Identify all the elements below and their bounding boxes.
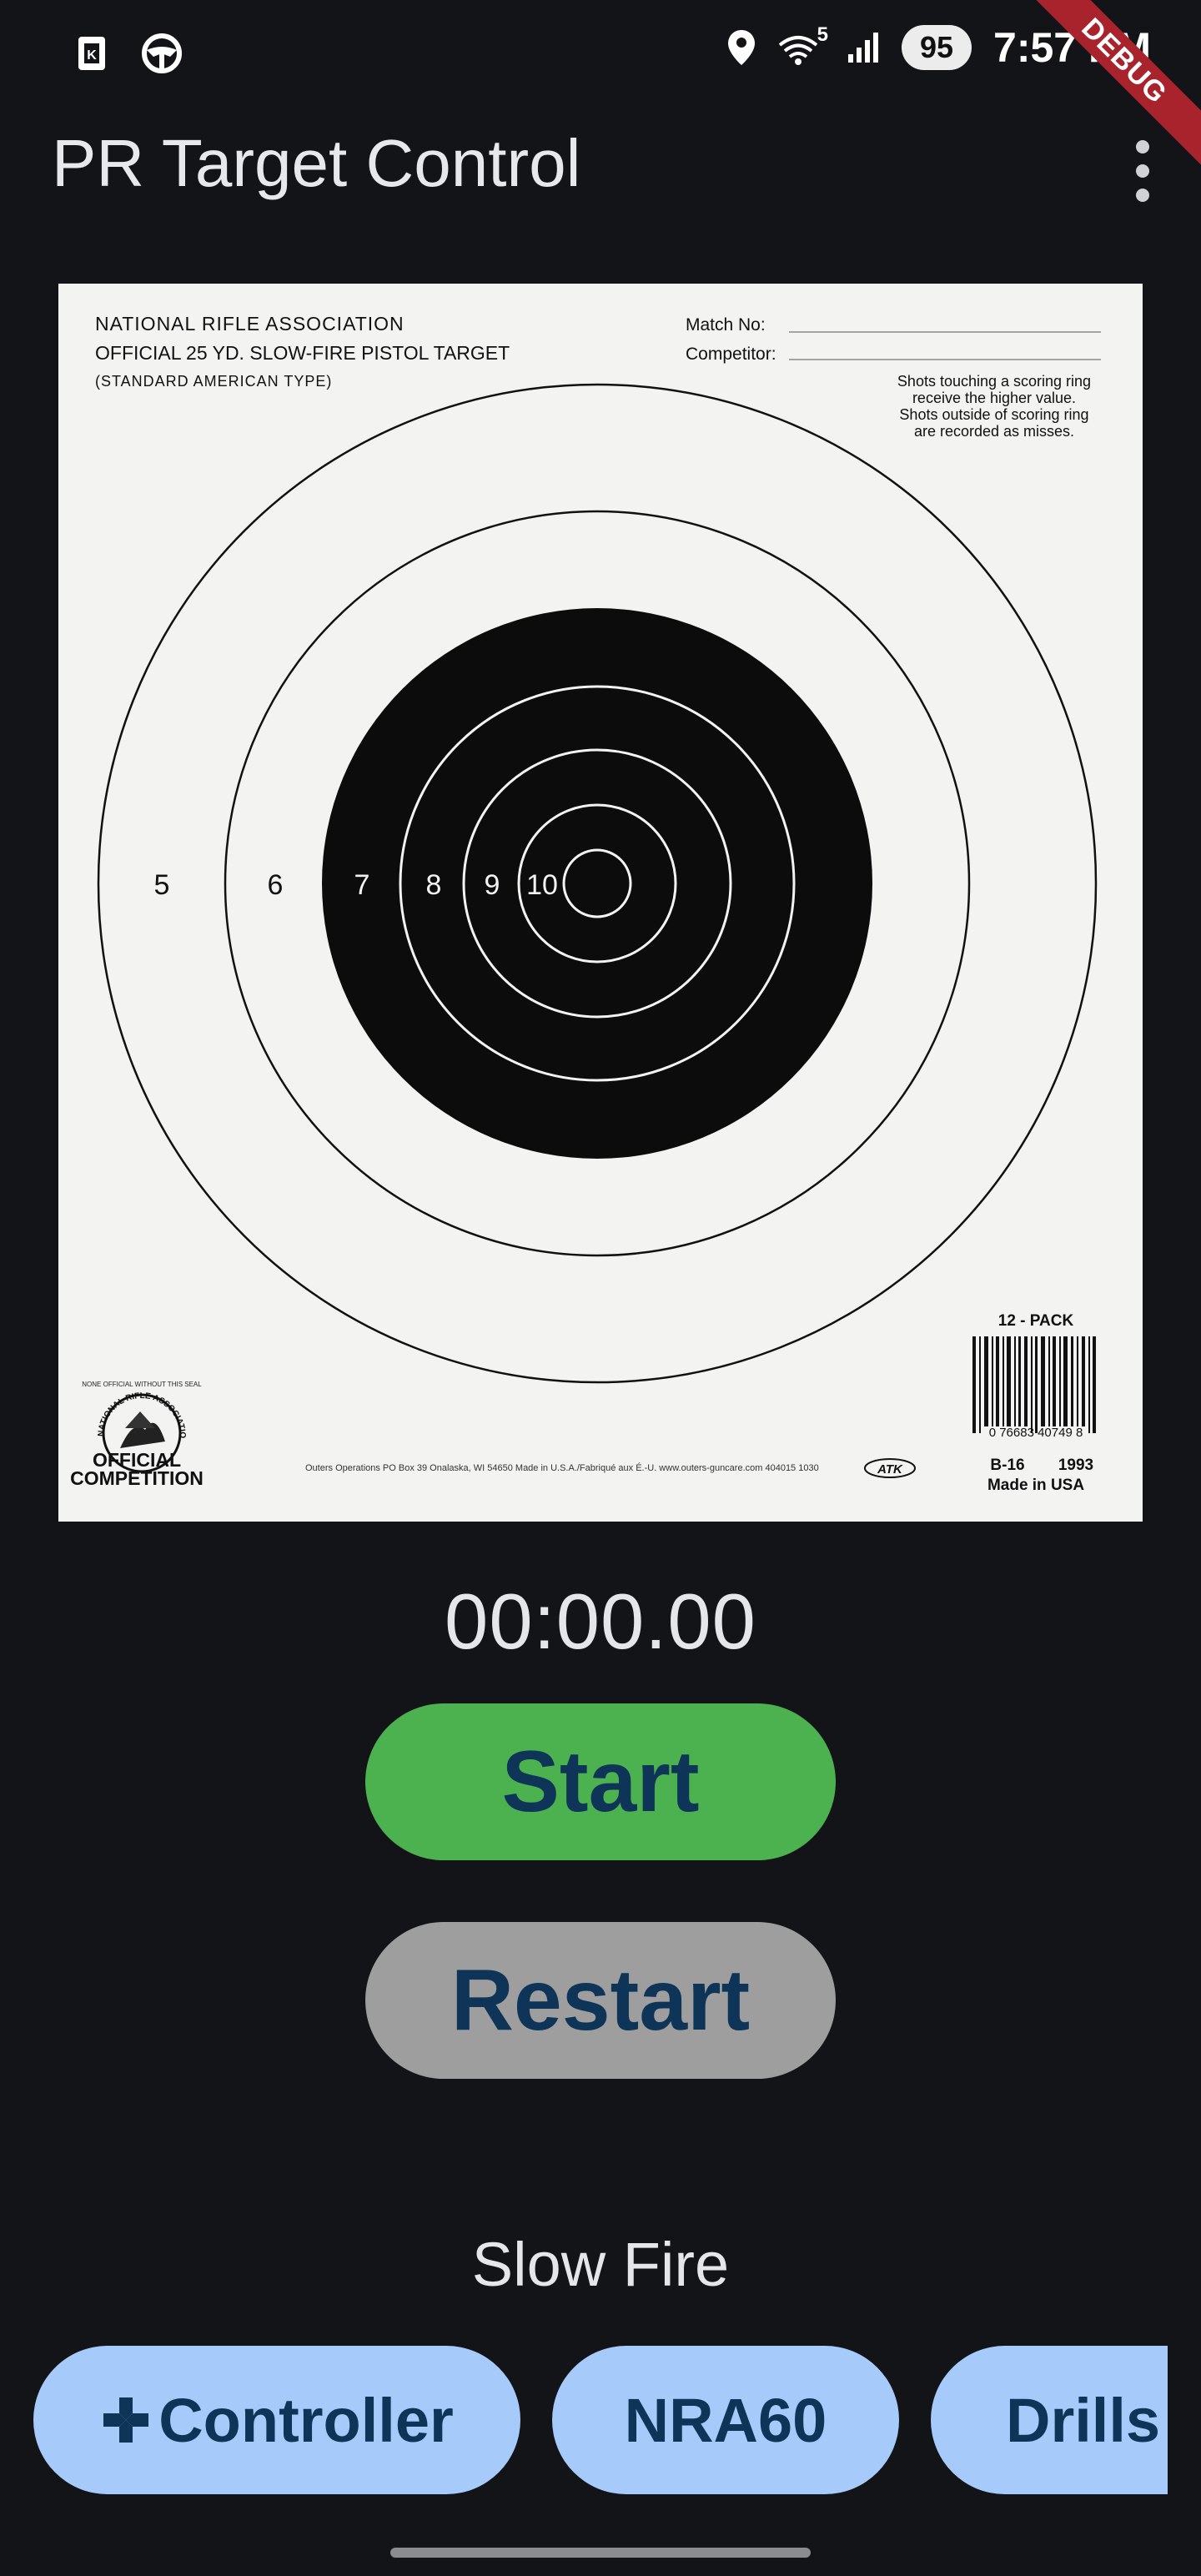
drills-chip[interactable]: Drills: [931, 2346, 1168, 2494]
timer-display: 00:00.00: [445, 1577, 756, 1665]
fire-mode-label: Slow Fire: [471, 2230, 730, 2299]
controller-chip[interactable]: Controller: [33, 2346, 520, 2494]
seal-line2: COMPETITION: [70, 1467, 204, 1489]
target-header-line3: (STANDARD AMERICAN TYPE): [95, 373, 332, 390]
year-label: 1993: [1058, 1457, 1093, 1474]
black-bull: [322, 608, 872, 1159]
k-badge-icon: K: [78, 37, 105, 70]
atk-logo-text: ATK: [877, 1462, 903, 1477]
battery-indicator: 95: [901, 25, 972, 70]
model-label: B-16: [990, 1457, 1024, 1474]
gamepad-icon: [103, 2397, 149, 2443]
target-header-line2: OFFICIAL 25 YD. SLOW-FIRE PISTOL TARGET: [95, 342, 510, 364]
wifi-label: 5: [817, 23, 828, 46]
rules-note-4: are recorded as misses.: [914, 423, 1074, 440]
svg-text:K: K: [87, 48, 97, 63]
wifi-indicator: 5: [778, 23, 828, 67]
rules-note-3: Shots outside of scoring ring: [899, 406, 1088, 423]
ring-number-8: 8: [426, 869, 442, 901]
steering-wheel-icon: [142, 33, 182, 73]
svg-text:NATIONAL RIFLE ASSOCIATION: NATIONAL RIFLE ASSOCIATION: [58, 284, 187, 1439]
made-in-label: Made in USA: [987, 1477, 1084, 1494]
app-title: PR Target Control: [52, 126, 581, 200]
nra60-chip-label: NRA60: [624, 2385, 827, 2455]
seal-top-text: NONE OFFICIAL WITHOUT THIS SEAL: [82, 1381, 202, 1388]
ring-number-5: 5: [154, 869, 170, 901]
target-header-line1: NATIONAL RIFLE ASSOCIATION: [95, 313, 405, 335]
restart-button[interactable]: Restart: [365, 1922, 836, 2079]
status-bar: K 5 95 7:57 PM DEBUG: [0, 0, 1201, 175]
start-button[interactable]: Start: [365, 1703, 836, 1860]
location-pin-icon: [727, 30, 755, 65]
ring-number-7: 7: [354, 869, 370, 901]
barcode: [972, 1336, 1096, 1433]
pack-label: 12 - PACK: [998, 1312, 1074, 1330]
signal-icon: [847, 33, 878, 63]
home-indicator[interactable]: [390, 2548, 811, 2558]
target-image: NATIONAL RIFLE ASSOCIATION OFFICIAL 25 Y…: [58, 284, 1143, 1522]
wifi-icon: [778, 36, 818, 65]
barcode-number: 0 76683 40749 8: [989, 1426, 1083, 1440]
ring-number-9: 9: [485, 869, 500, 901]
ring-number-10: 10: [526, 869, 558, 901]
rules-note-2: receive the higher value.: [912, 390, 1076, 406]
target-footer-text: Outers Operations PO Box 39 Onalaska, WI…: [305, 1462, 819, 1473]
rules-note-1: Shots touching a scoring ring: [897, 373, 1091, 390]
competitor-label: Competitor:: [686, 345, 776, 364]
drills-chip-label: Drills: [1006, 2385, 1161, 2455]
controller-chip-label: Controller: [158, 2385, 454, 2455]
ring-number-6: 6: [268, 869, 284, 901]
nra60-chip[interactable]: NRA60: [552, 2346, 899, 2494]
match-no-label: Match No:: [686, 315, 766, 335]
more-vert-icon[interactable]: [1126, 140, 1159, 202]
